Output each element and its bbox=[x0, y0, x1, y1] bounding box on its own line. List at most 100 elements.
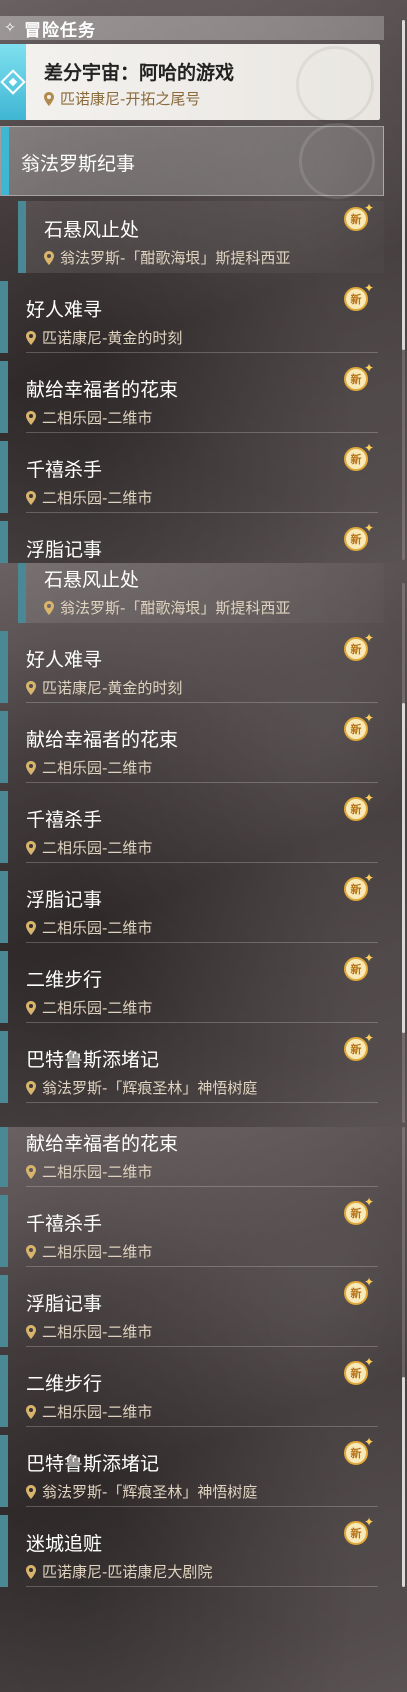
quest-location: 二相乐园-二维市 bbox=[26, 757, 152, 778]
new-badge-icon: 新 ✦ bbox=[344, 711, 378, 741]
quest-row-bar bbox=[0, 871, 8, 943]
location-pin-icon bbox=[26, 1324, 36, 1339]
quest-location-text: 二相乐园-二维市 bbox=[42, 1243, 153, 1261]
quest-location: 翁法罗斯-「辉痕圣林」神悟树庭 bbox=[26, 1077, 257, 1098]
quest-location-text: 二相乐园-二维市 bbox=[42, 839, 153, 857]
quest-location: 二相乐园-二维市 bbox=[26, 407, 152, 428]
quest-name: 献给幸福者的花束 bbox=[26, 1133, 179, 1155]
quest-location: 翁法罗斯-「酣歌海垠」斯提科西亚 bbox=[44, 597, 290, 618]
quest-location-text: 二相乐园-二维市 bbox=[42, 919, 153, 937]
new-badge-icon: 新 ✦ bbox=[344, 1195, 378, 1225]
quest-row[interactable]: 浮脂记事 二相乐园-二维市 新 ✦ bbox=[0, 871, 384, 951]
quest-name: 好人难寻 bbox=[26, 649, 103, 671]
quest-row-bar bbox=[0, 791, 8, 863]
quest-row-bar bbox=[0, 441, 8, 513]
quest-name: 浮脂记事 bbox=[26, 889, 103, 911]
new-badge-icon: 新 ✦ bbox=[344, 791, 378, 821]
quest-row-bar bbox=[0, 1435, 8, 1507]
category-accent-bar bbox=[1, 127, 9, 195]
quest-row[interactable]: 献给幸福者的花束 二相乐园-二维市 bbox=[0, 1127, 384, 1195]
new-badge-icon: 新 ✦ bbox=[344, 201, 378, 231]
quest-location: 匹诺康尼-匹诺康尼大剧院 bbox=[26, 1561, 212, 1582]
location-pin-icon bbox=[26, 1164, 36, 1179]
quest-location: 二相乐园-二维市 bbox=[26, 1401, 152, 1422]
quest-row-bar bbox=[0, 521, 8, 563]
new-badge-icon: 新 ✦ bbox=[344, 951, 378, 981]
new-badge-icon: 新 ✦ bbox=[344, 281, 378, 311]
quest-location-text: 匹诺康尼-黄金的时刻 bbox=[42, 329, 183, 347]
location-pin-icon bbox=[44, 91, 54, 106]
quest-row-bar bbox=[18, 201, 26, 273]
tracked-quest-name: 差分宇宙：阿哈的游戏 bbox=[44, 62, 235, 84]
tracking-indicator bbox=[0, 44, 26, 120]
quest-location: 翁法罗斯-「辉痕圣林」神悟树庭 bbox=[26, 1481, 257, 1502]
quest-row[interactable]: 千禧杀手 二相乐园-二维市 新 ✦ bbox=[0, 441, 384, 521]
quest-row-bar bbox=[0, 361, 8, 433]
quest-row[interactable]: 好人难寻 匹诺康尼-黄金的时刻 新 ✦ bbox=[0, 281, 384, 361]
section-title: 冒险任务 bbox=[24, 20, 96, 41]
quest-row[interactable]: 好人难寻 匹诺康尼-黄金的时刻 新 ✦ bbox=[0, 631, 384, 711]
quest-location: 二相乐园-二维市 bbox=[26, 997, 152, 1018]
location-pin-icon bbox=[26, 760, 36, 775]
quest-row[interactable]: 二维步行 二相乐园-二维市 新 ✦ bbox=[0, 951, 384, 1031]
tracked-quest[interactable]: 差分宇宙：阿哈的游戏 匹诺康尼-开拓之尾号 bbox=[0, 44, 380, 124]
scrollbar-thumb[interactable] bbox=[402, 703, 405, 1033]
quest-location-text: 翁法罗斯-「酣歌海垠」斯提科西亚 bbox=[60, 249, 291, 267]
quest-row-bar bbox=[0, 1275, 8, 1347]
location-pin-icon bbox=[26, 1404, 36, 1419]
quest-location: 匹诺康尼-黄金的时刻 bbox=[26, 677, 182, 698]
quest-name: 浮脂记事 bbox=[26, 1293, 103, 1315]
quest-row[interactable]: 石悬风止处 翁法罗斯-「酣歌海垠」斯提科西亚 新 ✦ bbox=[0, 201, 384, 281]
new-badge-icon: 新 ✦ bbox=[344, 521, 378, 551]
new-badge-icon: 新 ✦ bbox=[344, 1031, 378, 1061]
scrollbar-thumb[interactable] bbox=[402, 1377, 405, 1587]
quest-row-bar bbox=[0, 951, 8, 1023]
quest-row-bar bbox=[0, 281, 8, 353]
quest-location-text: 匹诺康尼-黄金的时刻 bbox=[42, 679, 183, 697]
quest-row[interactable]: 千禧杀手 二相乐园-二维市 新 ✦ bbox=[0, 791, 384, 871]
quest-location-text: 翁法罗斯-「辉痕圣林」神悟树庭 bbox=[42, 1483, 258, 1501]
location-pin-icon bbox=[26, 1244, 36, 1259]
quest-location: 二相乐园-二维市 bbox=[26, 917, 152, 938]
location-pin-icon bbox=[26, 1564, 36, 1579]
quest-name: 千禧杀手 bbox=[26, 809, 103, 831]
tracked-quest-location: 匹诺康尼-开拓之尾号 bbox=[44, 88, 200, 109]
new-badge-icon: 新 ✦ bbox=[344, 1275, 378, 1305]
location-pin-icon bbox=[26, 1080, 36, 1095]
quest-row-bar bbox=[0, 1031, 8, 1103]
location-pin-icon bbox=[26, 680, 36, 695]
quest-name: 巴特鲁斯添堵记 bbox=[26, 1453, 160, 1475]
scrollbar-thumb[interactable] bbox=[402, 20, 405, 350]
location-pin-icon bbox=[26, 1000, 36, 1015]
quest-name: 浮脂记事 bbox=[26, 539, 103, 561]
faction-emblem-icon bbox=[296, 46, 374, 124]
category-header[interactable]: 翁法罗斯纪事 bbox=[0, 123, 384, 199]
quest-location-text: 翁法罗斯-「辉痕圣林」神悟树庭 bbox=[42, 1079, 258, 1097]
quest-name: 献给幸福者的花束 bbox=[26, 379, 179, 401]
quest-row[interactable]: 浮脂记事 二相乐园-二维市 新 ✦ bbox=[0, 1275, 384, 1355]
quest-name: 二维步行 bbox=[26, 1373, 103, 1395]
location-pin-icon bbox=[26, 840, 36, 855]
quest-row[interactable]: 巴特鲁斯添堵记 翁法罗斯-「辉痕圣林」神悟树庭 新 ✦ bbox=[0, 1031, 384, 1111]
quest-row[interactable]: 千禧杀手 二相乐园-二维市 新 ✦ bbox=[0, 1195, 384, 1275]
category-name: 翁法罗斯纪事 bbox=[21, 153, 136, 175]
quest-location-text: 二相乐园-二维市 bbox=[42, 1403, 153, 1421]
quest-row[interactable]: 石悬风止处 翁法罗斯-「酣歌海垠」斯提科西亚 bbox=[0, 563, 384, 631]
quest-row[interactable]: 二维步行 二相乐园-二维市 新 ✦ bbox=[0, 1355, 384, 1435]
quest-row[interactable]: 浮脂记事 新 ✦ bbox=[0, 521, 384, 563]
quest-row[interactable]: 迷城追赃 匹诺康尼-匹诺康尼大剧院 新 ✦ bbox=[0, 1515, 384, 1595]
quest-row-bar bbox=[0, 1195, 8, 1267]
quest-row[interactable]: 巴特鲁斯添堵记 翁法罗斯-「辉痕圣林」神悟树庭 新 ✦ bbox=[0, 1435, 384, 1515]
location-pin-icon bbox=[26, 490, 36, 505]
quest-location-text: 二相乐园-二维市 bbox=[42, 759, 153, 777]
new-badge-icon: 新 ✦ bbox=[344, 1355, 378, 1385]
quest-row[interactable]: 献给幸福者的花束 二相乐园-二维市 新 ✦ bbox=[0, 711, 384, 791]
quest-location-text: 二相乐园-二维市 bbox=[42, 1323, 153, 1341]
quest-row[interactable]: 献给幸福者的花束 二相乐园-二维市 新 ✦ bbox=[0, 361, 384, 441]
quest-name: 千禧杀手 bbox=[26, 1213, 103, 1235]
quest-name: 石悬风止处 bbox=[44, 219, 140, 241]
location-pin-icon bbox=[26, 1484, 36, 1499]
location-pin-icon bbox=[26, 330, 36, 345]
new-badge-icon: 新 ✦ bbox=[344, 441, 378, 471]
quest-location: 二相乐园-二维市 bbox=[26, 1321, 152, 1342]
